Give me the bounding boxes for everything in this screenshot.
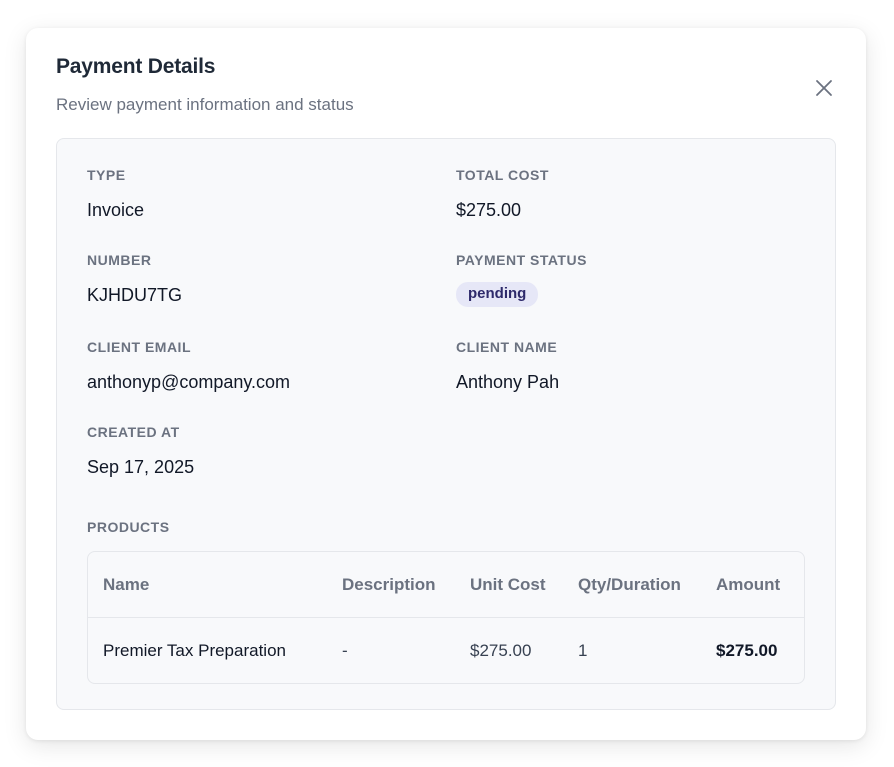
- number-label: NUMBER: [87, 252, 152, 268]
- field-created-at: CREATED AT Sep 17, 2025: [87, 424, 427, 478]
- payment-status-label: PAYMENT STATUS: [456, 252, 587, 268]
- column-header-description: Description: [342, 575, 436, 594]
- created-at-value: Sep 17, 2025: [87, 457, 195, 477]
- field-client-email: CLIENT EMAIL anthonyp@company.com: [87, 339, 427, 393]
- table-row: Premier Tax Preparation - $275.00 1 $275…: [88, 618, 804, 683]
- products-label: PRODUCTS: [87, 519, 170, 535]
- total-cost-value: $275.00: [456, 200, 522, 220]
- field-client-name: CLIENT NAME Anthony Pah: [456, 339, 796, 393]
- client-email-value: anthonyp@company.com: [87, 372, 291, 392]
- product-qty-cell: 1: [578, 641, 588, 660]
- modal-title: Payment Details: [56, 55, 216, 78]
- total-cost-label: TOTAL COST: [456, 167, 549, 183]
- number-value: KJHDU7TG: [87, 285, 183, 305]
- column-header-amount: Amount: [716, 575, 781, 594]
- product-amount-cell: $275.00: [716, 641, 778, 660]
- column-header-name: Name: [103, 575, 150, 594]
- products-table: Name Description Unit Cost Qty/Duration …: [87, 551, 805, 684]
- close-icon: [815, 79, 833, 97]
- field-number: NUMBER KJHDU7TG: [87, 252, 427, 306]
- close-button[interactable]: [812, 76, 836, 100]
- product-description-cell: -: [342, 641, 348, 660]
- table-header-row: Name Description Unit Cost Qty/Duration …: [88, 552, 804, 618]
- client-name-value: Anthony Pah: [456, 372, 560, 392]
- field-total-cost: TOTAL COST $275.00: [456, 167, 796, 221]
- field-type: TYPE Invoice: [87, 167, 427, 221]
- product-name-cell: Premier Tax Preparation: [103, 641, 286, 660]
- modal-subtitle: Review payment information and status: [56, 95, 354, 114]
- details-panel: TYPE Invoice TOTAL COST $275.00 NUMBER K…: [56, 138, 836, 710]
- client-email-label: CLIENT EMAIL: [87, 339, 191, 355]
- status-badge: pending: [456, 282, 539, 307]
- column-header-qty-duration: Qty/Duration: [578, 575, 681, 594]
- column-header-unit-cost: Unit Cost: [470, 575, 546, 594]
- product-unit-cost-cell: $275.00: [470, 641, 532, 660]
- type-value: Invoice: [87, 200, 145, 220]
- field-payment-status: PAYMENT STATUS pending: [456, 252, 796, 307]
- created-at-label: CREATED AT: [87, 424, 180, 440]
- payment-details-modal: Payment Details Review payment informati…: [26, 28, 866, 740]
- client-name-label: CLIENT NAME: [456, 339, 558, 355]
- type-label: TYPE: [87, 167, 126, 183]
